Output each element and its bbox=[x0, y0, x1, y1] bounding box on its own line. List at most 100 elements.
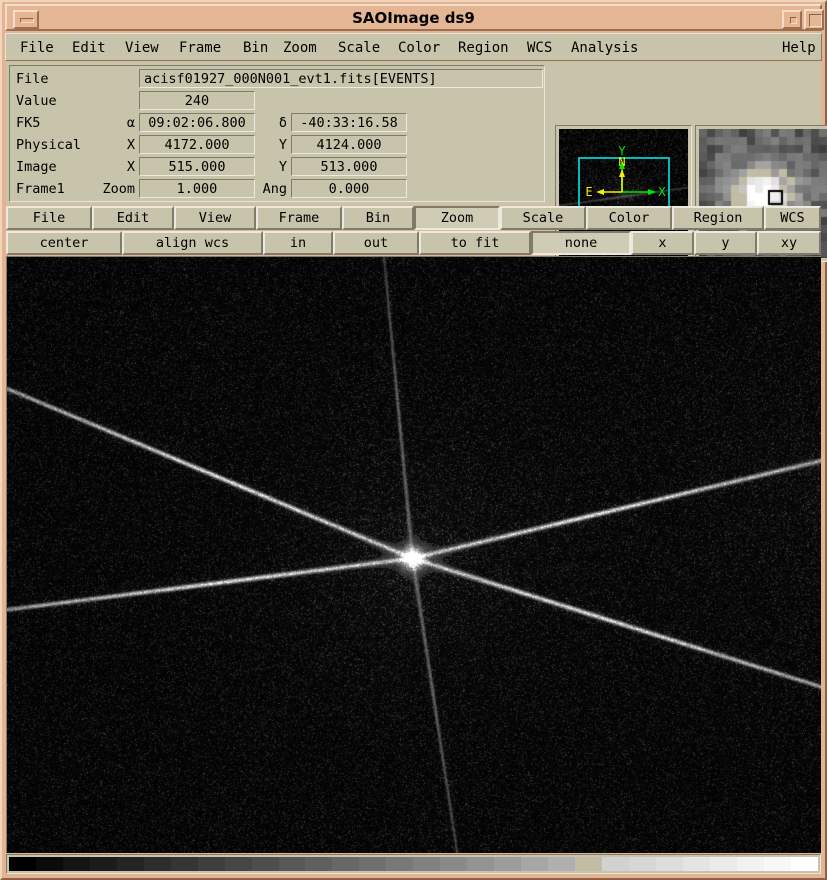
info-axis-label: Ang bbox=[262, 181, 287, 197]
title-bar[interactable]: SAOImage ds9 bbox=[5, 4, 824, 31]
info-panel: File acisf01927_000N001_evt1.fits[EVENTS]… bbox=[6, 62, 827, 262]
btn-zoom-align-wcs[interactable]: align wcs bbox=[122, 231, 263, 255]
menu-region[interactable]: Region bbox=[454, 37, 513, 59]
info-label-frame1: Frame1 bbox=[16, 181, 65, 197]
info-row-file: File acisf01927_000N001_evt1.fits[EVENTS] bbox=[13, 69, 543, 89]
menu-color[interactable]: Color bbox=[394, 37, 444, 59]
info-value-frame1: 1.000 bbox=[139, 179, 255, 198]
colorbar-segment bbox=[440, 857, 468, 871]
colorbar-segment bbox=[170, 857, 198, 871]
image-canvas-frame[interactable] bbox=[6, 256, 821, 853]
info-axis-label: Y bbox=[278, 137, 287, 153]
info-axis-label: Zoom bbox=[102, 181, 135, 197]
colorbar-segment bbox=[116, 857, 144, 871]
btn-zoom-center[interactable]: center bbox=[6, 231, 122, 255]
colorbar-segment bbox=[709, 857, 737, 871]
menu-help[interactable]: Help bbox=[778, 37, 820, 59]
info-value-image: 515.000 bbox=[139, 157, 255, 176]
btn-zoom-xy[interactable]: xy bbox=[757, 231, 821, 255]
btn-bin[interactable]: Bin bbox=[342, 206, 414, 230]
btn-color[interactable]: Color bbox=[586, 206, 672, 230]
colorbar-segment bbox=[575, 857, 602, 871]
btn-region[interactable]: Region bbox=[672, 206, 764, 230]
info-value-physical: 4172.000 bbox=[139, 135, 255, 154]
sky-image[interactable] bbox=[7, 257, 821, 853]
info-axis-label: α bbox=[126, 115, 135, 131]
colorbar-segment bbox=[197, 857, 225, 871]
colorbar-segment bbox=[332, 857, 360, 871]
colorbar-segment bbox=[413, 857, 441, 871]
btn-zoom[interactable]: Zoom bbox=[414, 206, 500, 230]
restore-button[interactable] bbox=[782, 10, 802, 29]
menu-bar: File Edit View Frame Bin Zoom Scale Color Region… bbox=[5, 33, 822, 61]
btn-scale[interactable]: Scale bbox=[500, 206, 586, 230]
colorbar-segment bbox=[143, 857, 171, 871]
info-axis-label: X bbox=[126, 137, 135, 153]
info-row-frame1: Frame1 Zoom Ang 1.000 0.000 bbox=[13, 179, 541, 199]
menu-analysis[interactable]: Analysis bbox=[567, 37, 642, 59]
maximize-button[interactable] bbox=[804, 9, 824, 30]
btn-zoom-x[interactable]: x bbox=[631, 231, 694, 255]
info-value-value: 240 bbox=[139, 91, 255, 110]
menu-file[interactable]: File bbox=[16, 37, 58, 59]
colorbar[interactable] bbox=[9, 857, 818, 871]
btn-zoom-out[interactable]: out bbox=[333, 231, 419, 255]
info-axis-label: Y bbox=[278, 159, 287, 175]
menu-edit[interactable]: Edit bbox=[68, 37, 110, 59]
colorbar-segment bbox=[89, 857, 117, 871]
btn-file[interactable]: File bbox=[6, 206, 92, 230]
btn-edit[interactable]: Edit bbox=[92, 206, 174, 230]
btn-frame[interactable]: Frame bbox=[256, 206, 342, 230]
fits-image-render[interactable] bbox=[7, 257, 821, 853]
colorbar-segment bbox=[655, 857, 683, 871]
menu-zoom[interactable]: Zoom bbox=[279, 37, 321, 59]
info-value-fk5: -40:33:16.58 bbox=[291, 113, 407, 132]
colorbar-segment bbox=[278, 857, 306, 871]
colorbar-segment bbox=[736, 857, 764, 871]
menu-bin[interactable]: Bin bbox=[239, 37, 272, 59]
colorbar-segment bbox=[35, 857, 63, 871]
btn-wcs[interactable]: WCS bbox=[764, 206, 821, 230]
btn-zoom-none[interactable]: none bbox=[531, 231, 631, 255]
colorbar-segment bbox=[763, 857, 791, 871]
colorbar-segment bbox=[548, 857, 576, 871]
button-bar-primary: File Edit View Frame Bin Zoom Scale Color Region… bbox=[6, 206, 821, 230]
btn-zoom-to-fit[interactable]: to fit bbox=[419, 231, 531, 255]
btn-zoom-y[interactable]: y bbox=[694, 231, 757, 255]
panner-east-arrowhead bbox=[596, 189, 604, 195]
menu-wcs[interactable]: WCS bbox=[523, 37, 556, 59]
button-bar-secondary: center align wcs in out to fit none x y xy bbox=[6, 231, 821, 255]
colorbar-segment bbox=[601, 857, 629, 871]
panner-north-label: N bbox=[618, 155, 625, 169]
info-label-image: Image bbox=[16, 159, 57, 175]
colorbar-segment bbox=[305, 857, 333, 871]
info-row-image: Image X Y 515.000 513.000 bbox=[13, 157, 541, 177]
colorbar-frame[interactable] bbox=[6, 854, 821, 874]
colorbar-segment bbox=[224, 857, 252, 871]
panner-x-label: X bbox=[658, 185, 666, 199]
colorbar-segment bbox=[359, 857, 387, 871]
menu-view[interactable]: View bbox=[121, 37, 163, 59]
menu-scale[interactable]: Scale bbox=[334, 37, 384, 59]
window-title: SAOImage ds9 bbox=[352, 8, 475, 27]
minimize-button[interactable] bbox=[13, 10, 39, 29]
colorbar-segment bbox=[9, 857, 36, 871]
colorbar-segment bbox=[628, 857, 656, 871]
menu-frame[interactable]: Frame bbox=[175, 37, 225, 59]
info-grid: File acisf01927_000N001_evt1.fits[EVENTS]… bbox=[9, 65, 545, 202]
btn-zoom-in[interactable]: in bbox=[263, 231, 333, 255]
info-row-fk5: FK5 α δ 09:02:06.800 -40:33:16.58 bbox=[13, 113, 541, 133]
ds9-main-window: SAOImage ds9 File Edit View Frame Bin Zoom Sca… bbox=[0, 0, 827, 880]
info-label-value: Value bbox=[16, 93, 57, 109]
info-axis-label: δ bbox=[278, 115, 287, 131]
btn-view[interactable]: View bbox=[174, 206, 256, 230]
colorbar-segment bbox=[467, 857, 495, 871]
colorbar-segment bbox=[790, 857, 818, 871]
info-label-fk5: FK5 bbox=[16, 115, 41, 131]
info-value-file: acisf01927_000N001_evt1.fits[EVENTS] bbox=[139, 69, 543, 88]
info-axis-label: X bbox=[126, 159, 135, 175]
colorbar-segment bbox=[386, 857, 414, 871]
info-row-physical: Physical X Y 4172.000 4124.000 bbox=[13, 135, 541, 155]
maximize-icon bbox=[809, 14, 822, 27]
info-value-frame1: 0.000 bbox=[291, 179, 407, 198]
